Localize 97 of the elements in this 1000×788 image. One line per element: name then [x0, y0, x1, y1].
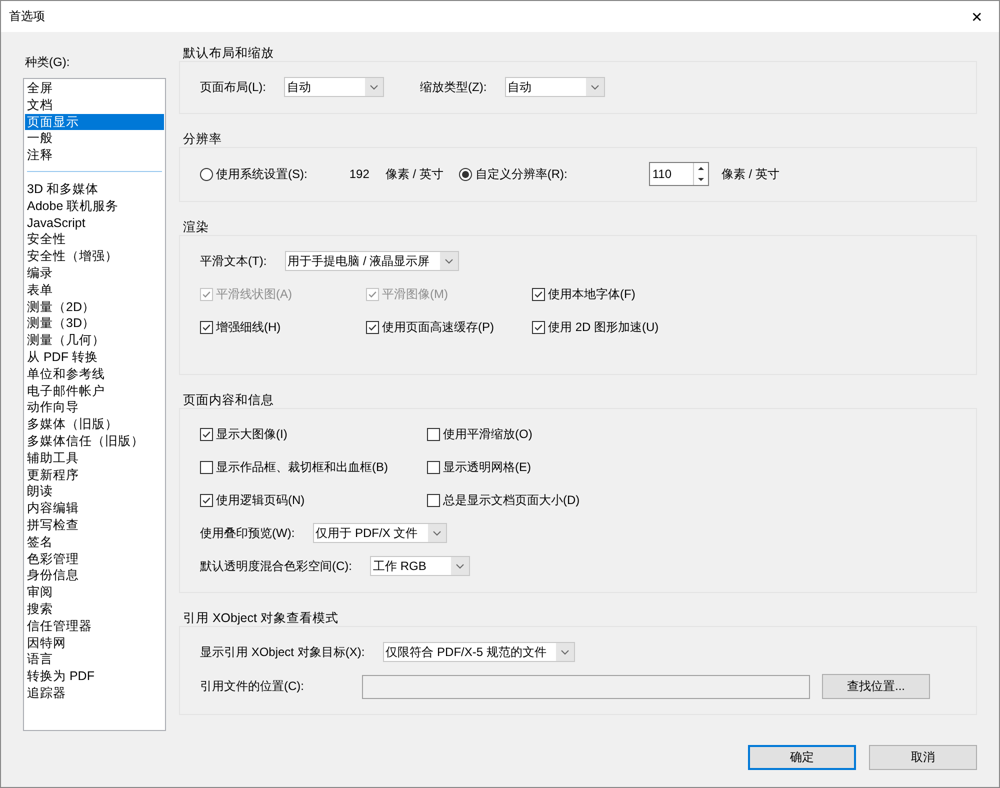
category-item[interactable]: 色彩管理 — [25, 550, 164, 568]
category-item[interactable]: 多媒体（旧版） — [25, 416, 164, 433]
category-item[interactable]: 测量（3D） — [25, 315, 164, 332]
category-item[interactable]: 追踪器 — [25, 684, 164, 702]
checkbox[interactable] — [200, 428, 213, 440]
window-title: 首选项 — [9, 8, 45, 25]
category-item[interactable]: 一般 — [25, 130, 164, 148]
checkbox-label: 使用平滑缩放(O) — [443, 426, 532, 442]
category-item[interactable]: 电子邮件帐户 — [25, 382, 164, 400]
category-item[interactable]: 朗读 — [25, 483, 164, 500]
dropdown[interactable]: 自动 — [284, 77, 384, 97]
radio-label: 自定义分辨率(R): — [475, 166, 568, 182]
category-item[interactable]: 签名 — [25, 534, 164, 551]
category-item[interactable]: 信任管理器 — [25, 618, 164, 634]
close-button[interactable]: ✕ — [955, 1, 999, 32]
field-label: 页面布局(L): — [200, 78, 266, 96]
category-item[interactable]: 页面显示 — [25, 114, 164, 130]
chevron-down-icon — [456, 564, 464, 568]
category-item[interactable]: Adobe 联机服务 — [25, 198, 164, 215]
dropdown[interactable]: 工作 RGB — [370, 556, 470, 576]
dropdown[interactable]: 仅限符合 PDF/X-5 规范的文件 — [382, 642, 576, 662]
group-title: 渲染 — [182, 220, 210, 235]
checkbox-label: 总是显示文档页面大小(D) — [443, 492, 580, 508]
category-item[interactable]: 注释 — [25, 147, 164, 164]
checkbox[interactable] — [427, 494, 440, 506]
category-item[interactable]: 转换为 PDF — [25, 668, 164, 685]
number-spinner[interactable]: 110 — [649, 162, 710, 186]
category-item[interactable]: 测量（几何） — [25, 332, 164, 349]
category-item[interactable]: 语言 — [25, 651, 164, 668]
group-title: 分辨率 — [182, 132, 223, 147]
category-item[interactable]: 安全性 — [25, 231, 164, 248]
value-text: 像素 / 英寸 — [385, 166, 444, 182]
category-item[interactable]: 从 PDF 转换 — [25, 348, 164, 366]
category-item[interactable]: 安全性（增强） — [25, 248, 164, 265]
category-item[interactable]: 更新程序 — [25, 466, 164, 484]
chevron-down-icon — [590, 84, 599, 90]
category-item[interactable]: 单位和参考线 — [25, 366, 164, 383]
checkbox-label: 增强细线(H) — [216, 318, 281, 336]
group-title: 页面内容和信息 — [182, 393, 275, 408]
checkbox-label: 使用页面高速缓存(P) — [382, 318, 494, 336]
category-item[interactable]: 动作向导 — [25, 399, 164, 416]
chevron-down-icon — [444, 258, 453, 264]
value-text: 192 — [349, 167, 370, 181]
radio-button[interactable] — [200, 168, 213, 180]
field-label: 使用叠印预览(W): — [200, 524, 295, 542]
category-item[interactable]: 搜索 — [25, 600, 164, 618]
chevron-down-icon — [370, 84, 378, 90]
checkbox-label: 平滑线状图(A) — [216, 286, 292, 302]
category-item[interactable]: 拼写检查 — [25, 516, 164, 534]
chevron-down-icon — [432, 530, 441, 536]
checkbox[interactable] — [427, 428, 440, 440]
checkbox-label: 显示透明网格(E) — [443, 458, 531, 476]
category-item[interactable]: 辅助工具 — [25, 450, 164, 467]
checkbox[interactable] — [200, 460, 213, 474]
checkbox[interactable] — [532, 288, 545, 300]
category-item[interactable]: 文档 — [25, 96, 164, 114]
checkbox-label: 使用逻辑页码(N) — [216, 492, 305, 508]
category-item[interactable]: 多媒体信任（旧版） — [25, 432, 164, 450]
field-label: 引用文件的位置(C): — [200, 678, 304, 695]
checkbox-label: 显示作品框、裁切框和出血框(B) — [216, 458, 388, 476]
field-label: 显示引用 XObject 对象目标(X): — [200, 644, 365, 660]
category-item[interactable]: 表单 — [25, 282, 164, 299]
checkbox-label: 使用 2D 图形加速(U) — [548, 318, 659, 336]
checkbox[interactable] — [200, 494, 213, 506]
radio-label: 使用系统设置(S): — [216, 166, 308, 182]
value-text: 像素 / 英寸 — [721, 166, 780, 182]
dropdown[interactable]: 仅用于 PDF/X 文件 — [312, 523, 447, 543]
category-item[interactable]: 3D 和多媒体 — [25, 180, 164, 198]
field-label: 平滑文本(T): — [200, 252, 267, 270]
category-item[interactable]: 测量（2D） — [25, 298, 164, 316]
radio-button[interactable] — [459, 168, 472, 180]
group-title: 默认布局和缩放 — [182, 46, 275, 61]
checkbox-label: 使用本地字体(F) — [548, 286, 636, 302]
checkbox-label: 平滑图像(M) — [382, 286, 448, 302]
checkbox[interactable] — [366, 320, 379, 334]
category-item[interactable]: JavaScript — [25, 214, 164, 232]
list-label: 种类(G): — [24, 54, 71, 71]
category-item[interactable]: 因特网 — [25, 634, 164, 652]
dropdown[interactable]: 自动 — [504, 77, 605, 97]
category-item[interactable]: 编录 — [25, 264, 164, 282]
field-label: 缩放类型(Z): — [420, 78, 487, 96]
checkbox-label: 显示大图像(I) — [216, 426, 288, 442]
category-item[interactable]: 全屏 — [25, 80, 164, 97]
dialog-button[interactable]: 取消 — [869, 745, 977, 770]
category-item[interactable]: 审阅 — [25, 584, 164, 601]
checkbox[interactable] — [532, 320, 545, 334]
category-item[interactable]: 身份信息 — [25, 567, 164, 584]
checkbox[interactable] — [200, 320, 213, 334]
category-item[interactable]: 内容编辑 — [25, 500, 164, 517]
field-label: 默认透明度混合色彩空间(C): — [200, 558, 352, 574]
dropdown[interactable]: 用于手提电脑 / 液晶显示屏 — [284, 251, 459, 271]
chevron-down-icon — [561, 650, 570, 654]
browse-button[interactable]: 查找位置... — [822, 674, 930, 699]
checkbox[interactable] — [427, 460, 440, 474]
input-field[interactable] — [362, 674, 810, 698]
group-title: 引用 XObject 对象查看模式 — [182, 611, 340, 626]
dialog-button[interactable]: 确定 — [748, 745, 856, 770]
